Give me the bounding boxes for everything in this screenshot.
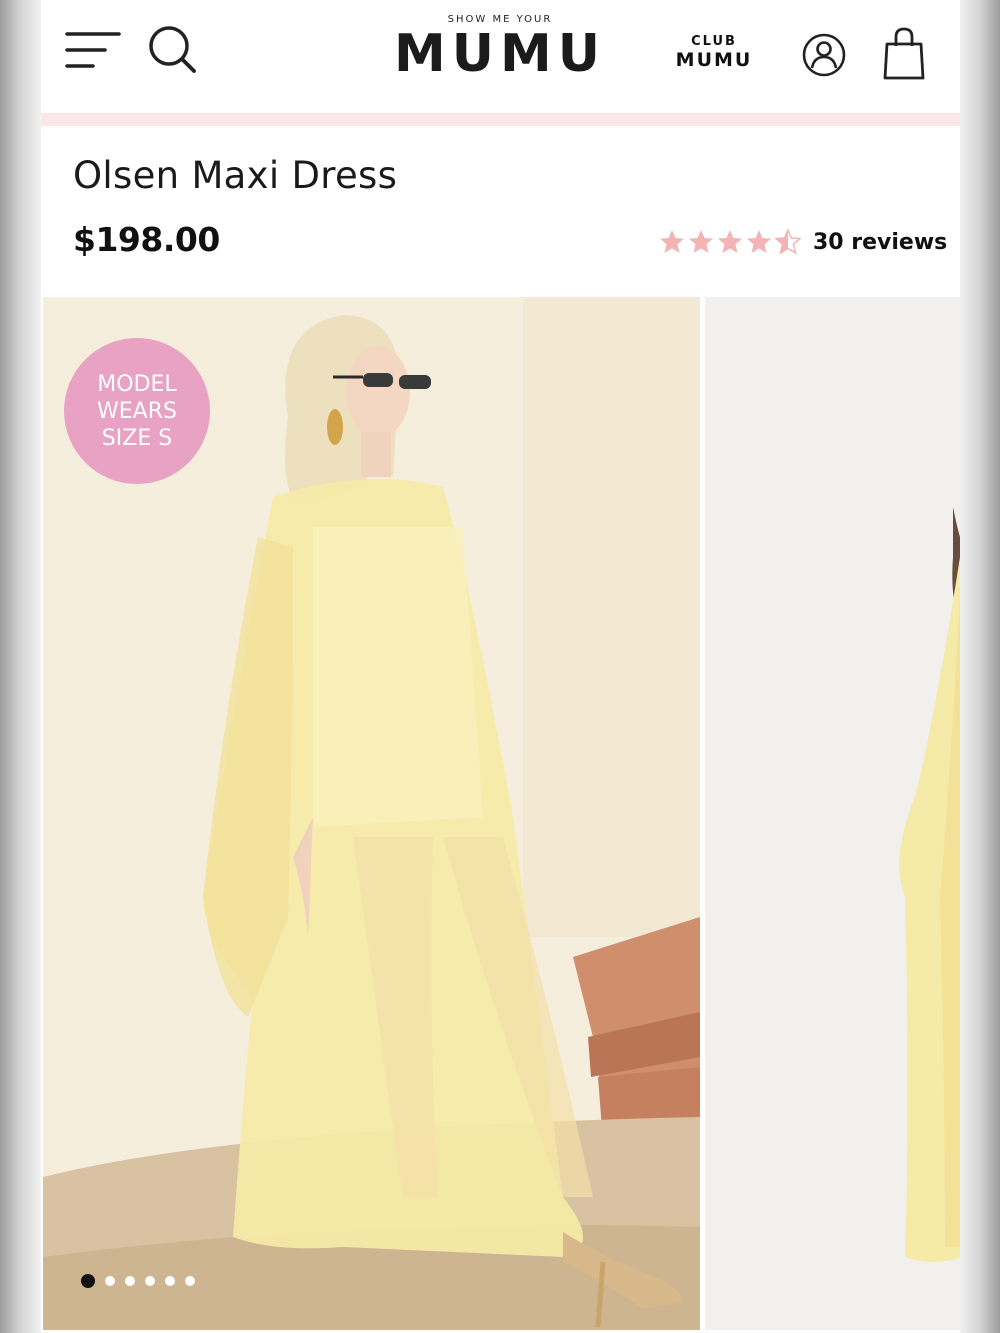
model-size-badge-text: MODEL WEARS SIZE S — [97, 371, 177, 451]
star-icon — [718, 230, 742, 253]
carousel-pagination[interactable] — [81, 1274, 195, 1288]
carousel-dot-1[interactable] — [81, 1274, 95, 1288]
club-mumu-link[interactable]: CLUB MUMU — [669, 34, 759, 70]
reviews-link[interactable]: 30 reviews — [813, 230, 947, 255]
announcement-divider — [41, 113, 960, 126]
product-rating[interactable]: 30 reviews — [659, 226, 947, 258]
carousel-dot-3[interactable] — [125, 1276, 135, 1286]
star-icon — [660, 230, 684, 253]
menu-icon[interactable] — [65, 30, 121, 72]
product-title: Olsen Maxi Dress — [73, 154, 398, 197]
model-size-badge: MODEL WEARS SIZE S — [64, 338, 210, 484]
club-label: CLUB — [691, 34, 737, 49]
product-price: $198.00 — [73, 220, 220, 259]
club-brand: MUMU — [675, 49, 753, 71]
product-image-carousel[interactable]: MODEL WEARS SIZE S — [41, 297, 960, 1333]
star-icon — [689, 230, 713, 253]
brand-logo[interactable]: SHOW ME YOUR MUMU — [371, 14, 629, 88]
star-icon — [747, 230, 771, 253]
site-header: SHOW ME YOUR MUMU CLUB MUMU — [41, 0, 960, 113]
search-icon[interactable] — [147, 24, 197, 74]
logo-wordmark: MUMU — [394, 24, 606, 84]
shopping-bag-icon[interactable] — [882, 26, 926, 82]
carousel-dot-2[interactable] — [105, 1276, 115, 1286]
carousel-dot-5[interactable] — [165, 1276, 175, 1286]
account-icon[interactable] — [801, 32, 847, 78]
half-star-icon — [775, 229, 801, 255]
next-photo-illustration — [705, 297, 960, 1330]
product-photo-main[interactable]: MODEL WEARS SIZE S — [43, 297, 700, 1330]
mobile-page: SHOW ME YOUR MUMU CLUB MUMU Olsen Maxi D… — [41, 0, 960, 1333]
product-photo-next[interactable] — [705, 297, 960, 1330]
carousel-dot-6[interactable] — [185, 1276, 195, 1286]
carousel-dot-4[interactable] — [145, 1276, 155, 1286]
star-rating — [659, 229, 801, 255]
